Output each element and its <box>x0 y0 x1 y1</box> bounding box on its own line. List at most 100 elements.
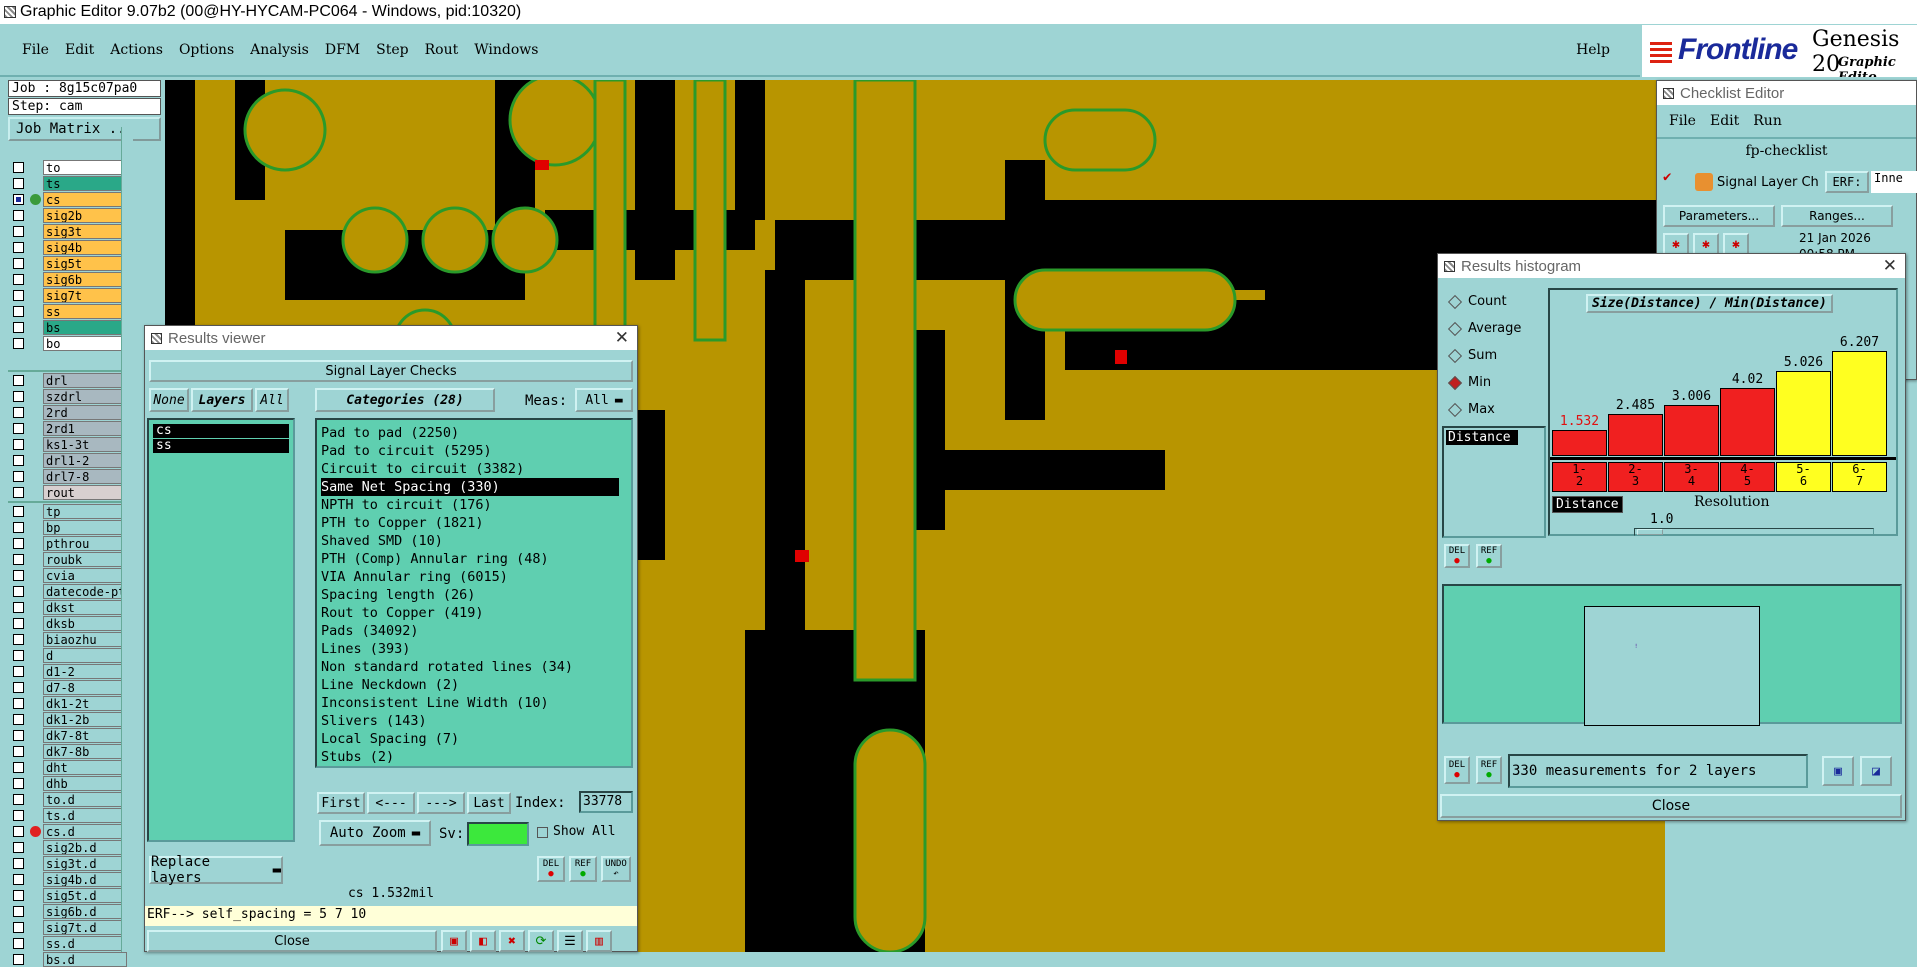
layer-row[interactable]: datecode-pte <box>8 583 133 599</box>
run-all-icon[interactable]: ✱ <box>1693 233 1719 255</box>
layer-name[interactable]: dk1-2b <box>43 711 127 727</box>
layer-checkbox[interactable] <box>13 422 24 434</box>
result-layer-item[interactable]: ss <box>153 439 289 453</box>
layer-checkbox[interactable] <box>13 649 24 661</box>
erf-button[interactable]: ERF: <box>1825 171 1869 193</box>
category-item[interactable]: Spacing length (26) <box>321 586 631 604</box>
layer-name[interactable]: ss <box>43 303 127 319</box>
layer-row[interactable]: biaozhu <box>8 631 133 647</box>
all-button[interactable]: All <box>255 388 289 412</box>
histogram-close-button[interactable]: Close <box>1440 794 1902 818</box>
layer-checkbox[interactable] <box>13 809 24 821</box>
layer-checkbox[interactable] <box>13 665 24 677</box>
layer-row[interactable]: bp <box>8 519 133 535</box>
layer-name[interactable]: cs.d <box>43 823 127 839</box>
layer-name[interactable]: dhb <box>43 775 127 791</box>
category-item[interactable]: Pad to circuit (5295) <box>321 442 631 460</box>
checklist-menu-edit[interactable]: Edit <box>1710 113 1739 137</box>
del-button[interactable]: DEL ● <box>537 856 565 882</box>
layer-name[interactable]: drl <box>43 372 127 388</box>
layer-checkbox[interactable] <box>13 761 24 773</box>
field-list[interactable]: Distance <box>1442 426 1546 538</box>
close-icon[interactable]: ✕ <box>615 328 629 348</box>
category-item[interactable]: Slivers (143) <box>321 712 631 730</box>
layer-name[interactable]: roubk <box>43 551 127 567</box>
layer-name[interactable]: dk7-8t <box>43 727 127 743</box>
layer-row[interactable]: drl <box>8 372 133 388</box>
layer-row[interactable]: sig4b.d <box>8 871 133 887</box>
layer-checkbox[interactable] <box>13 225 24 237</box>
resolution-slider-thumb[interactable] <box>1637 529 1663 535</box>
layer-name[interactable]: sig2b.d <box>43 839 127 855</box>
layer-checkbox[interactable] <box>13 241 24 253</box>
layer-checkbox[interactable] <box>13 337 24 349</box>
layer-name[interactable]: sig5t <box>43 255 127 271</box>
layer-name[interactable]: to <box>43 159 127 175</box>
layer-name[interactable]: sig3t.d <box>43 855 127 871</box>
histogram-bar[interactable] <box>1720 388 1775 456</box>
category-item[interactable]: Shaved SMD (10) <box>321 532 631 550</box>
layer-checkbox[interactable] <box>13 777 24 789</box>
category-item[interactable]: Line Neckdown (2) <box>321 676 631 694</box>
checklist-menu-file[interactable]: File <box>1669 113 1696 137</box>
layers-button[interactable]: Layers <box>191 388 253 412</box>
erase-icon[interactable]: ✖ <box>499 930 525 952</box>
layer-checkbox[interactable] <box>13 438 24 450</box>
layer-name[interactable]: ts.d <box>43 807 127 823</box>
layer-checkbox[interactable] <box>13 486 24 498</box>
layer-row[interactable]: ks1-3t <box>8 436 133 452</box>
layer-checkbox[interactable] <box>13 470 24 482</box>
layer-checkbox[interactable] <box>13 273 24 285</box>
layer-row[interactable]: dhb <box>8 775 133 791</box>
category-item[interactable]: Pads (34092) <box>321 622 631 640</box>
first-button[interactable]: First <box>317 792 365 814</box>
layer-name[interactable]: to.d <box>43 791 127 807</box>
layer-name[interactable]: d1-2 <box>43 663 127 679</box>
auto-zoom-dropdown[interactable]: Auto Zoom ▬ <box>319 820 431 846</box>
category-item[interactable]: PTH to Copper (1821) <box>321 514 631 532</box>
histogram-bin-label[interactable]: 6- 7 <box>1832 462 1887 492</box>
hist-ref-button[interactable]: REF ● <box>1476 544 1502 568</box>
layer-row[interactable]: dk7-8b <box>8 743 133 759</box>
layer-name[interactable]: sig2b <box>43 207 127 223</box>
layer-row[interactable]: cs.d <box>8 823 133 839</box>
layer-name[interactable]: sig5t.d <box>43 887 127 903</box>
layer-row[interactable]: sig7t.d <box>8 919 133 935</box>
field-item-distance[interactable]: Distance <box>1446 430 1518 445</box>
layer-name[interactable]: 2rd1 <box>43 420 127 436</box>
layer-name[interactable]: rout <box>43 484 127 500</box>
layer-row[interactable]: sig7t <box>8 287 133 303</box>
layer-results-list[interactable]: cs ss <box>147 418 295 842</box>
layer-name[interactable]: dk1-2t <box>43 695 127 711</box>
index-field[interactable]: 33778 <box>579 791 633 813</box>
layer-name[interactable]: sig4b <box>43 239 127 255</box>
layer-row[interactable]: sig6b <box>8 271 133 287</box>
layer-checkbox[interactable] <box>13 521 24 533</box>
layer-row[interactable]: sig5t <box>8 255 133 271</box>
layer-row[interactable]: bo <box>8 335 133 351</box>
layer-name[interactable]: cvia <box>43 567 127 583</box>
layer-name[interactable]: tp <box>43 503 127 519</box>
layer-row[interactable]: d1-2 <box>8 663 133 679</box>
layer-checkbox[interactable] <box>13 841 24 853</box>
layer-checkbox[interactable] <box>13 321 24 333</box>
layer-row[interactable]: sig5t.d <box>8 887 133 903</box>
layer-checkbox[interactable] <box>13 713 24 725</box>
layer-row[interactable]: d <box>8 647 133 663</box>
layer-checkbox[interactable] <box>13 745 24 757</box>
none-button[interactable]: None <box>149 388 189 412</box>
histogram-bin-label[interactable]: 4- 5 <box>1720 462 1775 492</box>
last-button[interactable]: Last <box>467 792 511 814</box>
layer-row[interactable]: ss.d <box>8 935 133 951</box>
layer-row[interactable]: cs <box>8 191 133 207</box>
layer-row[interactable]: bs <box>8 319 133 335</box>
layer-name[interactable]: dksb <box>43 615 127 631</box>
aggregate-option-max[interactable]: Max <box>1442 396 1546 423</box>
job-matrix-button[interactable]: Job Matrix ... <box>8 117 161 141</box>
category-item[interactable]: Lines (393) <box>321 640 631 658</box>
layer-checkbox[interactable] <box>13 553 24 565</box>
categories-button[interactable]: Categories (28) <box>315 388 495 412</box>
layer-checkbox[interactable] <box>13 681 24 693</box>
layer-name[interactable]: dkst <box>43 599 127 615</box>
histogram-bar[interactable] <box>1552 430 1607 456</box>
